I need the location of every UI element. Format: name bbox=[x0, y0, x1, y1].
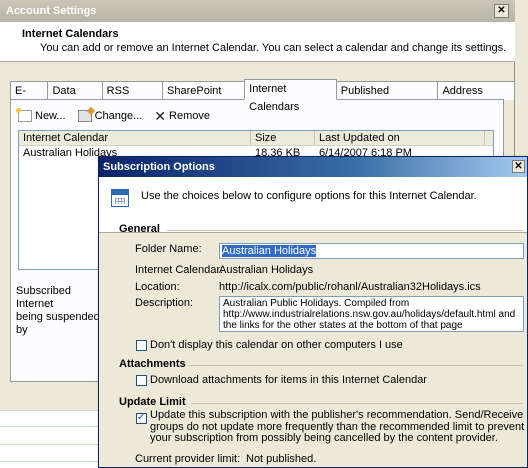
close-icon[interactable]: ✕ bbox=[494, 4, 509, 18]
new-button[interactable]: New... bbox=[16, 108, 66, 122]
column-header-calendar[interactable]: Internet Calendar bbox=[19, 131, 251, 145]
new-button-label: New... bbox=[35, 110, 66, 122]
header-title: Internet Calendars bbox=[22, 28, 119, 40]
update-subscription-checkbox[interactable] bbox=[136, 412, 147, 424]
download-attachments-label: Download attachments for items in this I… bbox=[150, 374, 427, 386]
dont-display-checkbox[interactable] bbox=[136, 340, 147, 351]
dialog-description: Use the choices below to configure optio… bbox=[141, 190, 477, 202]
provider-limit-value: Not published. bbox=[246, 453, 317, 465]
tab-email[interactable]: E-mail bbox=[10, 81, 49, 115]
internet-calendar-label: Internet Calendar: bbox=[135, 264, 224, 276]
remove-button-label: Remove bbox=[169, 110, 210, 122]
location-value: http://icalx.com/public/rohanl/Australia… bbox=[219, 281, 481, 293]
dialog-title: Subscription Options bbox=[103, 161, 215, 173]
update-limit-section-label: Update Limit bbox=[119, 396, 186, 408]
tab-sharepoint-lists[interactable]: SharePoint Lists bbox=[162, 81, 246, 115]
status-text-line-2: being suspended by bbox=[16, 311, 100, 336]
provider-limit-label: Current provider limit: bbox=[135, 453, 241, 465]
status-text: Subscribed Internet being suspended by bbox=[16, 285, 106, 337]
calendar-icon bbox=[111, 189, 129, 207]
download-attachments-checkbox[interactable] bbox=[136, 375, 147, 386]
dialog-header: Use the choices below to configure optio… bbox=[99, 177, 527, 233]
tab-data-files[interactable]: Data Files bbox=[47, 81, 103, 115]
column-header-updated[interactable]: Last Updated on bbox=[315, 131, 485, 145]
divider bbox=[189, 365, 523, 366]
description-field[interactable]: Australian Public Holidays. Compiled fro… bbox=[219, 296, 524, 332]
calendar-toolbar: New... Change... ✕ Remove bbox=[16, 108, 210, 124]
location-label: Location: bbox=[135, 281, 180, 293]
divider bbox=[167, 230, 523, 231]
close-icon[interactable]: ✕ bbox=[512, 160, 525, 173]
dont-display-label: Don't display this calendar on other com… bbox=[150, 339, 403, 351]
subscription-options-titlebar: Subscription Options ✕ bbox=[99, 157, 527, 177]
new-icon bbox=[16, 108, 32, 122]
update-subscription-label: Update this subscription with the publis… bbox=[150, 409, 525, 444]
folder-name-field[interactable]: Australian Holidays bbox=[219, 243, 524, 259]
status-text-line-1: Subscribed Internet bbox=[16, 285, 72, 310]
description-label: Description: bbox=[135, 297, 194, 309]
internet-calendar-value: Australian Holidays bbox=[219, 264, 314, 276]
remove-button[interactable]: ✕ Remove bbox=[154, 109, 210, 123]
change-button[interactable]: Change... bbox=[77, 110, 143, 122]
column-header-size[interactable]: Size bbox=[251, 131, 315, 145]
change-button-label: Change... bbox=[94, 110, 143, 122]
list-header: Internet Calendar Size Last Updated on bbox=[19, 131, 493, 146]
tab-internet-calendars[interactable]: Internet Calendars bbox=[244, 79, 337, 113]
general-section-label: General bbox=[119, 223, 160, 235]
divider bbox=[191, 403, 523, 404]
account-settings-header: Internet Calendars You can add or remove… bbox=[0, 22, 515, 62]
attachments-section-label: Attachments bbox=[119, 358, 186, 370]
remove-icon: ✕ bbox=[154, 108, 167, 124]
subscription-options-dialog: Subscription Options ✕ Use the choices b… bbox=[98, 156, 528, 468]
account-settings-title: Account Settings bbox=[6, 5, 97, 17]
tab-published-calendars[interactable]: Published Calendars bbox=[335, 81, 439, 115]
header-subtitle: You can add or remove an Internet Calend… bbox=[40, 42, 507, 54]
tab-rss-feeds[interactable]: RSS Feeds bbox=[101, 81, 164, 115]
folder-name-label: Folder Name: bbox=[135, 243, 202, 255]
change-icon bbox=[77, 110, 92, 122]
settings-tabs: E-mail Data Files RSS Feeds SharePoint L… bbox=[10, 79, 516, 115]
folder-name-value: Australian Holidays bbox=[222, 245, 317, 257]
account-settings-titlebar: Account Settings ✕ bbox=[0, 0, 515, 22]
tab-address-books[interactable]: Address Books bbox=[437, 81, 516, 115]
